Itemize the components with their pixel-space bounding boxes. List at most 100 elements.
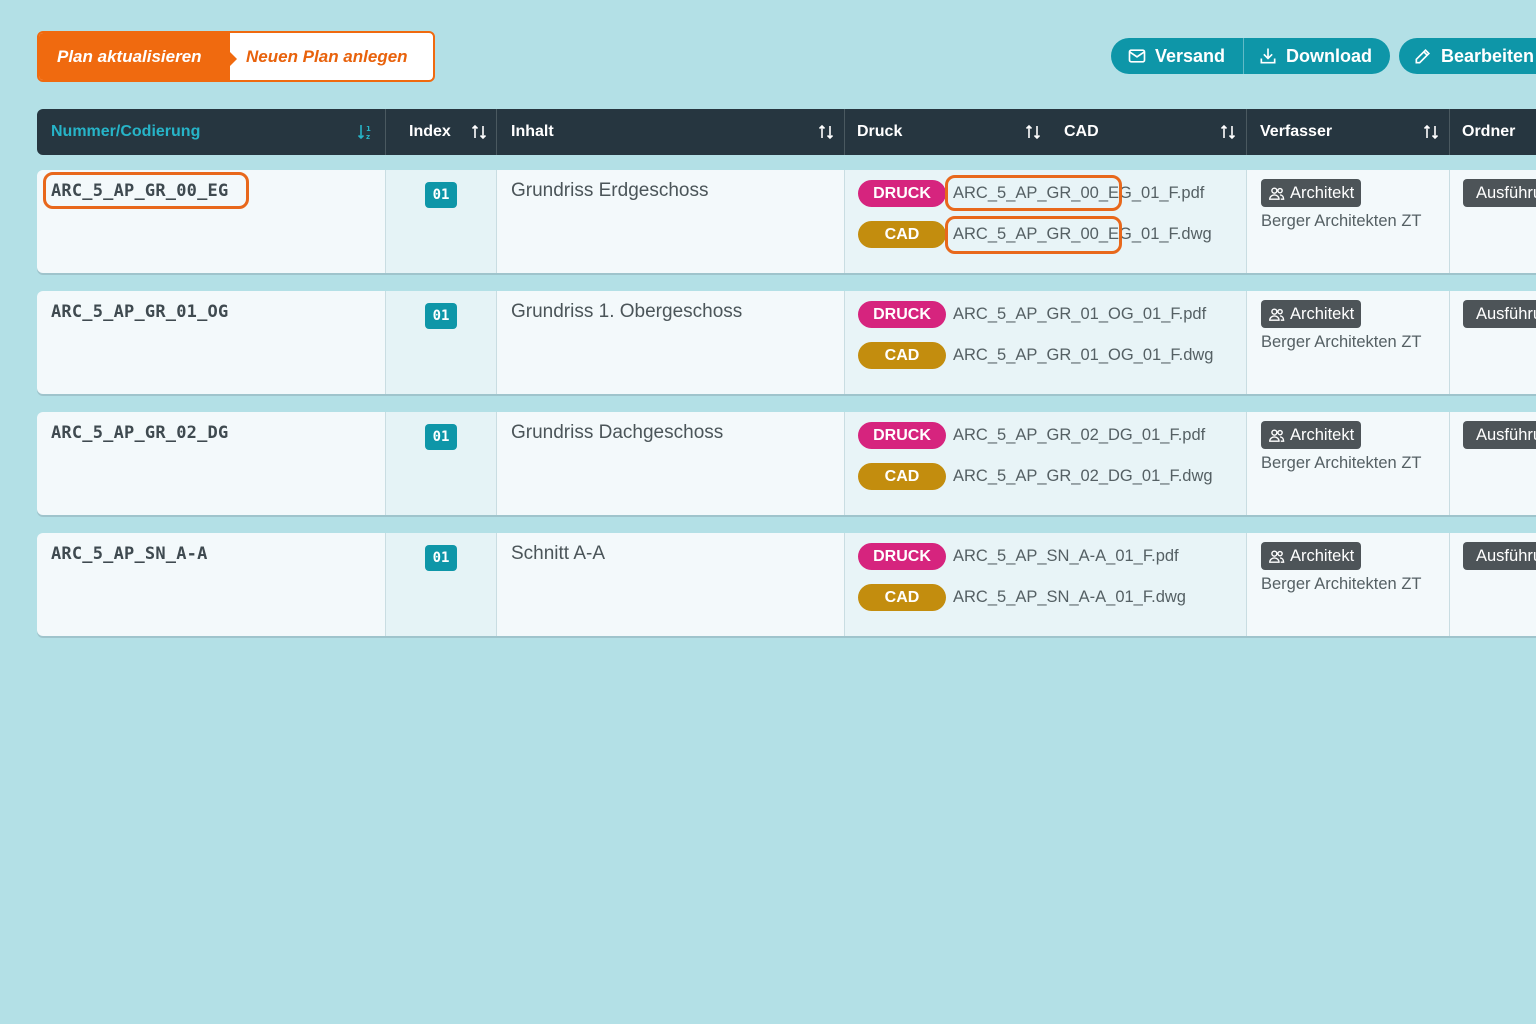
- cell-verfasser: Architekt Berger Architekten ZT: [1247, 291, 1450, 394]
- cell-inhalt: Grundriss Dachgeschoss: [497, 412, 845, 515]
- cell-files: DRUCK ARC_5_AP_GR_00_EG_01_F.pdf CAD ARC…: [845, 170, 1247, 273]
- cell-nummer: ARC_5_AP_GR_02_DG: [37, 412, 386, 515]
- cell-nummer: ARC_5_AP_GR_00_EG: [37, 170, 386, 273]
- cell-index: 01: [386, 291, 497, 394]
- svg-text:1: 1: [366, 125, 371, 133]
- author-name: Berger Architekten ZT: [1261, 333, 1422, 351]
- svg-text:z: z: [366, 133, 370, 141]
- users-icon: [1269, 307, 1285, 321]
- cell-files: DRUCK ARC_5_AP_GR_01_OG_01_F.pdf CAD ARC…: [845, 291, 1247, 394]
- sort-ascending-icon[interactable]: 1z: [357, 123, 375, 141]
- column-cad-label: CAD: [1064, 123, 1099, 140]
- download-icon: [1260, 48, 1276, 64]
- role-label: Architekt: [1290, 183, 1355, 202]
- column-ordner[interactable]: Ordner: [1450, 109, 1536, 155]
- column-verfasser-label: Verfasser: [1260, 123, 1333, 140]
- column-nummer[interactable]: Nummer/Codierung 1z: [37, 109, 386, 155]
- column-inhalt-label: Inhalt: [511, 123, 554, 140]
- druck-badge: DRUCK: [858, 180, 946, 207]
- plan-inhalt: Grundriss Erdgeschoss: [511, 180, 709, 201]
- folder-badge[interactable]: Ausführung: [1463, 542, 1536, 570]
- tab-neuen-plan-anlegen[interactable]: Neuen Plan anlegen: [230, 33, 433, 80]
- plan-inhalt: Grundriss 1. Obergeschoss: [511, 301, 743, 322]
- folder-label: Ausführung: [1476, 425, 1536, 444]
- dwg-file-link[interactable]: ARC_5_AP_GR_00_EG_01_F.dwg: [953, 225, 1212, 244]
- cell-inhalt: Grundriss Erdgeschoss: [497, 170, 845, 273]
- cad-badge: CAD: [858, 221, 946, 248]
- plan-code: ARC_5_AP_GR_01_OG: [51, 302, 229, 322]
- column-index[interactable]: Index: [386, 109, 497, 155]
- folder-badge[interactable]: Ausführung: [1463, 421, 1536, 449]
- cell-inhalt: Grundriss 1. Obergeschoss: [497, 291, 845, 394]
- plan-inhalt: Grundriss Dachgeschoss: [511, 422, 724, 443]
- author-name: Berger Architekten ZT: [1261, 575, 1422, 593]
- role-label: Architekt: [1290, 425, 1355, 444]
- pencil-icon: [1415, 48, 1431, 64]
- edit-label: Bearbeiten: [1441, 45, 1535, 66]
- role-badge: Architekt: [1261, 300, 1362, 328]
- cad-badge: CAD: [858, 342, 946, 369]
- column-druck-label: Druck: [857, 123, 903, 140]
- plan-code: ARC_5_AP_GR_00_EG: [51, 181, 229, 201]
- index-badge: 01: [425, 545, 457, 571]
- cad-badge: CAD: [858, 463, 946, 490]
- edit-button[interactable]: Bearbeiten: [1399, 38, 1536, 74]
- table-row[interactable]: ARC_5_AP_GR_00_EG 01 Grundriss Erdgescho…: [37, 170, 1536, 273]
- index-badge: 01: [425, 182, 457, 208]
- plan-mode-tabs: Plan aktualisieren Neuen Plan anlegen: [37, 31, 435, 82]
- column-ordner-label: Ordner: [1462, 123, 1516, 140]
- cell-ordner: Ausführung: [1450, 291, 1536, 394]
- versand-button[interactable]: Versand: [1111, 38, 1244, 74]
- sort-icon[interactable]: [470, 123, 488, 141]
- table-row[interactable]: ARC_5_AP_SN_A-A 01 Schnitt A-A DRUCK ARC…: [37, 533, 1536, 636]
- table-row[interactable]: ARC_5_AP_GR_02_DG 01 Grundriss Dachgesch…: [37, 412, 1536, 515]
- pdf-file-link[interactable]: ARC_5_AP_SN_A-A_01_F.pdf: [953, 547, 1179, 566]
- cad-badge: CAD: [858, 584, 946, 611]
- dwg-file-link[interactable]: ARC_5_AP_GR_01_OG_01_F.dwg: [953, 346, 1214, 365]
- sort-icon[interactable]: [1024, 123, 1042, 141]
- pdf-file-link[interactable]: ARC_5_AP_GR_01_OG_01_F.pdf: [953, 305, 1206, 324]
- cell-verfasser: Architekt Berger Architekten ZT: [1247, 412, 1450, 515]
- cell-nummer: ARC_5_AP_GR_01_OG: [37, 291, 386, 394]
- download-button[interactable]: Download: [1244, 38, 1390, 74]
- users-icon: [1269, 186, 1285, 200]
- sort-icon[interactable]: [1219, 123, 1237, 141]
- cell-ordner: Ausführung: [1450, 412, 1536, 515]
- folder-label: Ausführung: [1476, 546, 1536, 565]
- table-row[interactable]: ARC_5_AP_GR_01_OG 01 Grundriss 1. Oberge…: [37, 291, 1536, 394]
- cell-index: 01: [386, 170, 497, 273]
- plan-code: ARC_5_AP_GR_02_DG: [51, 423, 229, 443]
- sort-icon[interactable]: [817, 123, 835, 141]
- sort-icon[interactable]: [1422, 123, 1440, 141]
- folder-badge[interactable]: Ausführung: [1463, 300, 1536, 328]
- mail-icon: [1128, 49, 1146, 63]
- role-label: Architekt: [1290, 546, 1355, 565]
- column-inhalt[interactable]: Inhalt: [497, 109, 845, 155]
- folder-badge[interactable]: Ausführung: [1463, 179, 1536, 207]
- dwg-file-link[interactable]: ARC_5_AP_GR_02_DG_01_F.dwg: [953, 467, 1213, 486]
- cell-ordner: Ausführung: [1450, 170, 1536, 273]
- role-badge: Architekt: [1261, 179, 1362, 207]
- cell-files: DRUCK ARC_5_AP_SN_A-A_01_F.pdf CAD ARC_5…: [845, 533, 1247, 636]
- dwg-file-link[interactable]: ARC_5_AP_SN_A-A_01_F.dwg: [953, 588, 1186, 607]
- role-badge: Architekt: [1261, 542, 1362, 570]
- send-download-group: Versand Download: [1111, 38, 1390, 74]
- column-index-label: Index: [409, 123, 451, 140]
- column-nummer-label: Nummer/Codierung: [51, 123, 201, 140]
- plan-inhalt: Schnitt A-A: [511, 543, 605, 564]
- cell-index: 01: [386, 412, 497, 515]
- folder-label: Ausführung: [1476, 304, 1536, 323]
- cell-nummer: ARC_5_AP_SN_A-A: [37, 533, 386, 636]
- column-druck-cad[interactable]: Druck CAD: [845, 109, 1247, 155]
- author-name: Berger Architekten ZT: [1261, 454, 1422, 472]
- tab-plan-aktualisieren[interactable]: Plan aktualisieren: [39, 33, 237, 80]
- folder-label: Ausführung: [1476, 183, 1536, 202]
- table-header: Nummer/Codierung 1z Index Inhalt Druck C…: [37, 109, 1536, 155]
- druck-badge: DRUCK: [858, 422, 946, 449]
- column-verfasser[interactable]: Verfasser: [1247, 109, 1450, 155]
- cell-ordner: Ausführung: [1450, 533, 1536, 636]
- pdf-file-link[interactable]: ARC_5_AP_GR_02_DG_01_F.pdf: [953, 426, 1205, 445]
- users-icon: [1269, 549, 1285, 563]
- cell-verfasser: Architekt Berger Architekten ZT: [1247, 170, 1450, 273]
- pdf-file-link[interactable]: ARC_5_AP_GR_00_EG_01_F.pdf: [953, 184, 1204, 203]
